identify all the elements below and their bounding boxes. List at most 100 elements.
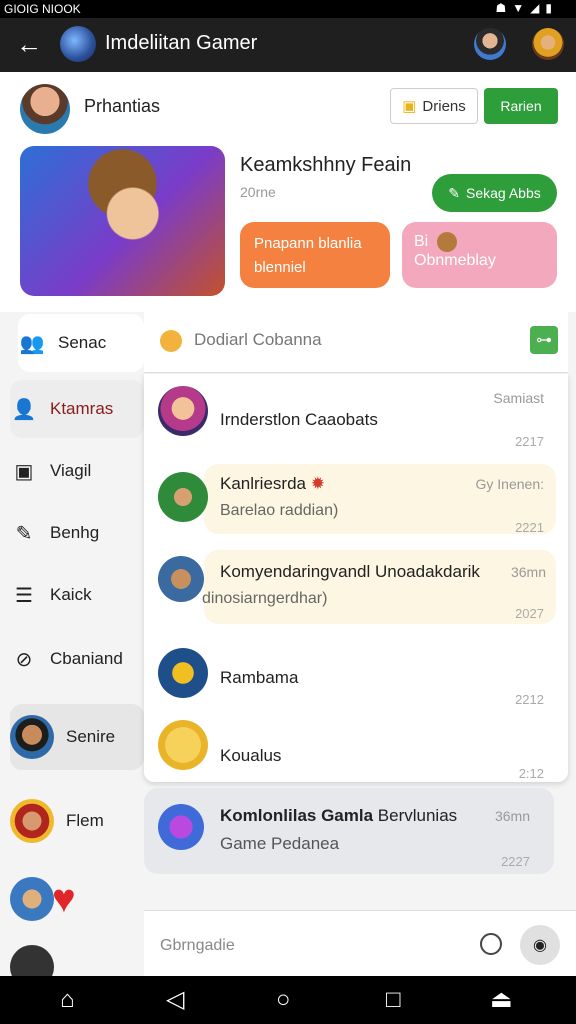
profile-header: Prhantias ▣ Driens Rarien Keamkshhny Fea… xyxy=(0,72,576,312)
chat-list-panel: Dodiarl Cobanna ⊶ Samiast Irnderstlon Ca… xyxy=(144,312,568,910)
sidebar-item-kaick[interactable]: ☰ Kaick xyxy=(10,566,144,624)
star-badge-icon: ✹ xyxy=(310,474,325,493)
back-icon[interactable]: ◁ xyxy=(166,986,184,1014)
sidebar-item-label: Senac xyxy=(58,333,107,352)
sidebar-item-senac[interactable]: 👥 Senac xyxy=(18,314,144,372)
heart-icon: ♥ xyxy=(52,876,76,921)
avatar xyxy=(10,715,54,759)
emoji-icon[interactable] xyxy=(480,933,502,955)
emoji-icon xyxy=(436,232,457,252)
friend-avatar[interactable] xyxy=(474,28,506,60)
avatar xyxy=(158,648,208,698)
hero-game-image[interactable] xyxy=(20,146,225,296)
primary-action-button[interactable]: Rarien xyxy=(484,88,558,124)
emoji-icon[interactable] xyxy=(160,330,182,352)
friends-button[interactable]: ▣ Driens xyxy=(390,88,478,124)
orange-message-bubble[interactable]: Pnapann blanlia blenniel xyxy=(240,222,390,288)
back-arrow-icon[interactable]: ← xyxy=(16,31,42,57)
send-icon[interactable]: ⊶ xyxy=(530,326,558,354)
chat-time: 2:12 xyxy=(518,766,544,781)
chat-time: 2227 xyxy=(501,854,530,869)
avatar xyxy=(10,799,54,843)
chat-meta: 36mn xyxy=(510,564,546,580)
recents-icon[interactable]: □ xyxy=(386,986,401,1014)
attachment-icon[interactable]: ◉ xyxy=(520,925,560,965)
status-icons: ☗▼◢▮ xyxy=(496,1,559,15)
search-placeholder: Dodiarl Cobanna xyxy=(194,330,322,349)
chat-meta: Gy Inenen: xyxy=(475,476,545,492)
pink-message-bubble[interactable]: Bi Obnmeblay xyxy=(402,222,557,288)
avatar xyxy=(10,877,54,921)
list-item[interactable]: Komyendaringvandl Unoadakdarik 36mn dino… xyxy=(144,546,568,632)
sidebar-item-label: Benhg xyxy=(50,523,100,542)
system-nav-bar: ⌂ ◁ ○ □ ⏏ xyxy=(0,976,576,1024)
avatar xyxy=(158,472,208,522)
status-time: GIOIG NIOOK xyxy=(4,2,81,16)
notification-icon: ☗ xyxy=(495,1,513,15)
folder-icon: ▣ xyxy=(402,98,417,115)
sidebar-item-heart[interactable]: ♥ xyxy=(10,868,144,930)
hero-action-label: Sekag Abbs xyxy=(466,185,541,201)
app-logo xyxy=(60,26,96,62)
profile-icon[interactable]: ⏏ xyxy=(490,986,513,1014)
hero-action-button[interactable]: ✎ Sekag Abbs xyxy=(432,174,557,212)
avatar xyxy=(158,386,208,436)
sidebar-item-flem[interactable]: Flem xyxy=(10,790,144,852)
list-item[interactable]: Koualus 2:12 xyxy=(144,714,568,782)
status-bar: GIOIG NIOOK ☗▼◢▮ xyxy=(0,0,576,18)
avatar xyxy=(158,804,204,850)
sidebar-item-label: Flem xyxy=(66,811,104,830)
sidebar-item-ktamras[interactable]: 👤 Ktamras xyxy=(10,380,144,438)
chat-list: Samiast Irnderstlon Caaobats 2217 Kanlri… xyxy=(144,374,568,782)
person-icon: 👤 xyxy=(11,398,37,421)
user-avatar[interactable] xyxy=(532,28,564,60)
app-bar: ← Imdeliitan Gamer xyxy=(0,18,576,72)
pink-bubble-text: Obnmeblay xyxy=(414,252,496,269)
hero-title: Keamkshhny Feain xyxy=(240,154,412,176)
camera-icon: ▣ xyxy=(14,460,34,483)
sidebar-item-viagil[interactable]: ▣ Viagil xyxy=(10,442,144,500)
message-icon: ☰ xyxy=(15,584,33,607)
chat-title: Rambama xyxy=(220,668,299,687)
sidebar-item-label: Viagil xyxy=(50,461,92,480)
app-title: Imdeliitan Gamer xyxy=(105,32,258,54)
chat-time: 2212 xyxy=(515,692,544,707)
chat-title: Komlonlilas Gamla Bervlunias xyxy=(220,806,458,825)
home-icon[interactable]: ⌂ xyxy=(60,986,75,1014)
list-item[interactable]: Komlonlilas Gamla Bervlunias 36mn Game P… xyxy=(144,788,554,874)
hero-subtitle: 20rne xyxy=(240,184,276,200)
sidebar-item-label: Ktamras xyxy=(50,399,114,418)
pink-bubble-prefix: Bi xyxy=(414,233,429,251)
sidebar-item-label: Senire xyxy=(66,727,116,746)
friends-button-label: Driens xyxy=(422,97,466,115)
composer-input[interactable]: Gbrngadie xyxy=(160,937,235,955)
profile-avatar[interactable] xyxy=(20,84,70,134)
sidebar-item-senire[interactable]: Senire xyxy=(10,704,144,770)
chat-subtitle: Game Pedanea xyxy=(220,834,340,853)
primary-action-label: Rarien xyxy=(500,98,542,114)
compass-icon: ⊘ xyxy=(15,648,33,671)
profile-name: Prhantias xyxy=(84,96,161,116)
sidebar-item-cbaniand[interactable]: ⊘ Cbaniand xyxy=(10,630,144,688)
sidebar-item-label: Kaick xyxy=(50,585,92,604)
chat-title: Irnderstlon Caaobats xyxy=(220,410,378,429)
list-item[interactable]: Samiast Irnderstlon Caaobats 2217 xyxy=(144,374,568,454)
chat-title: Komyendaringvandl Unoadakdarik xyxy=(220,562,480,581)
list-item[interactable]: Kanlriesrda ✹ Gy Inenen: Barelao raddian… xyxy=(144,458,568,544)
sidebar-item-benhg[interactable]: ✎ Benhg xyxy=(10,504,144,562)
avatar xyxy=(158,720,208,770)
sidebar: 👥 Senac 👤 Ktamras ▣ Viagil ✎ Benhg ☰ Kai… xyxy=(0,312,144,989)
search-bar[interactable]: Dodiarl Cobanna ⊶ xyxy=(144,312,568,373)
chat-time: 2027 xyxy=(515,606,544,621)
avatar xyxy=(158,556,204,602)
battery-icon: ▮ xyxy=(545,1,558,15)
chat-subtitle: dinosiarngerdhar) xyxy=(202,590,328,607)
circle-home-icon[interactable]: ○ xyxy=(276,986,291,1014)
list-item[interactable]: Rambama 2212 xyxy=(144,636,568,712)
pencil-icon: ✎ xyxy=(448,184,460,201)
chat-subtitle: Barelao raddian) xyxy=(220,502,339,519)
wifi-icon: ▼ xyxy=(512,1,531,15)
chat-meta: Samiast xyxy=(493,390,544,406)
users-icon: 👥 xyxy=(19,332,45,355)
signal-icon: ◢ xyxy=(530,1,546,15)
